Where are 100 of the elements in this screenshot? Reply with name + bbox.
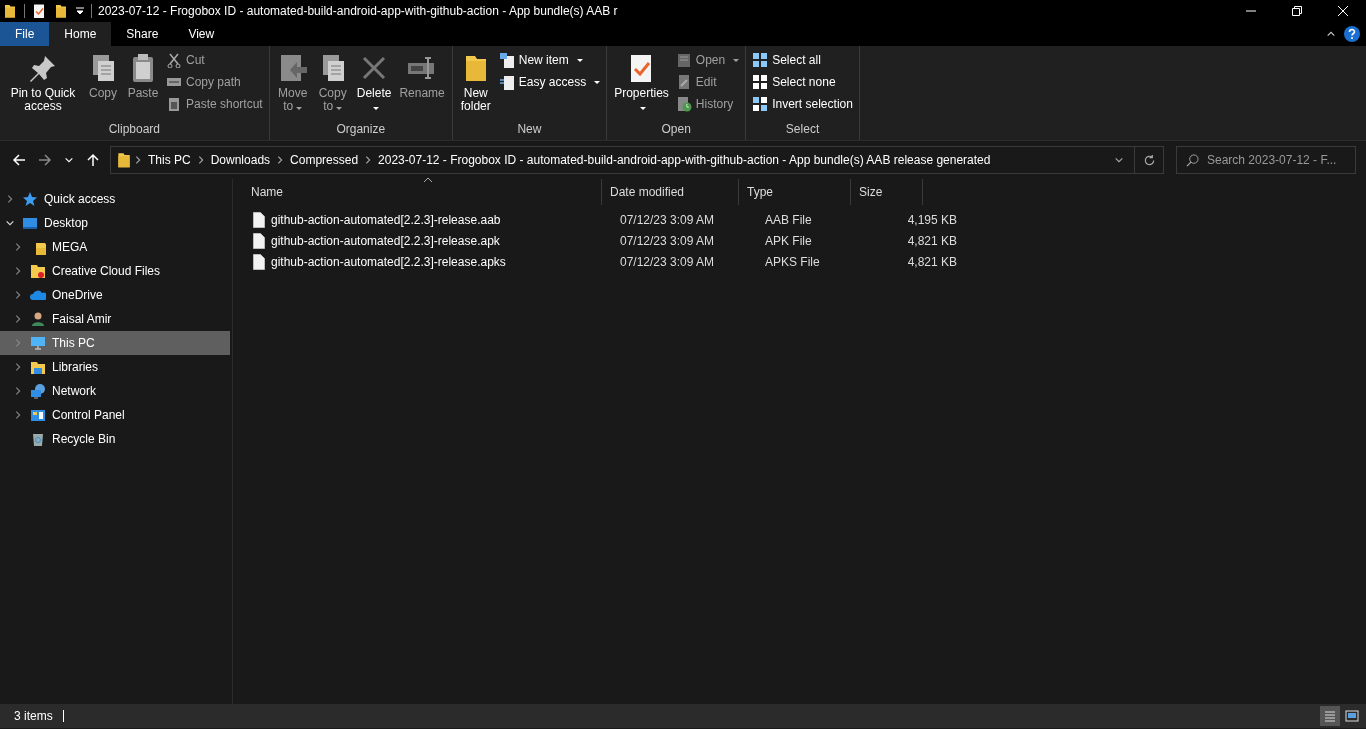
expand-chevron-icon[interactable] (5, 194, 15, 204)
desktop-icon (22, 215, 38, 231)
date-cell-text: 07/12/23 3:09 AM (619, 212, 716, 227)
tree-item[interactable]: OneDrive (0, 283, 230, 307)
tree-item[interactable]: Control Panel (0, 403, 230, 427)
file-name[interactable]: github-action-automated[2.2.3]-release.apk (271, 233, 500, 248)
folder-icon (115, 151, 133, 169)
tree-item[interactable]: Faisal Amir (0, 307, 230, 331)
expand-chevron-icon[interactable] (13, 410, 23, 420)
forward-arrow-icon (38, 153, 52, 167)
file-name[interactable]: github-action-automated[2.2.3]-release.apks (271, 254, 506, 269)
collapse-ribbon-icon (1326, 29, 1336, 39)
tree-item[interactable]: Creative Cloud Files (0, 259, 230, 283)
expand-chevron-icon[interactable] (13, 242, 23, 252)
ribbon-button[interactable]: New folder (456, 48, 495, 117)
type-cell-text: APK File (764, 233, 813, 248)
select-all-icon (752, 52, 769, 68)
type-cell-text: APKS File (764, 254, 821, 269)
search-field[interactable]: Search 2023-07-12 - F... (1176, 146, 1356, 174)
group-label: Select (784, 122, 821, 138)
new-item-icon (498, 52, 515, 68)
close-icon (1338, 6, 1348, 16)
properties-icon (31, 3, 47, 19)
select-none-icon (752, 74, 769, 90)
details-view-icon (1324, 710, 1336, 722)
invert-selection-icon (752, 96, 769, 112)
column-header[interactable]: Size (851, 179, 923, 205)
user-icon (30, 311, 46, 327)
chevron-down-icon (64, 155, 74, 165)
folder-icon (2, 3, 18, 19)
network-icon (30, 383, 46, 399)
dropdown-chevron-icon (1114, 155, 1124, 165)
ribbon-tab[interactable]: Home (49, 22, 112, 46)
tree-item[interactable]: Desktop (0, 211, 230, 235)
group-label: Open (660, 122, 692, 138)
breadcrumb[interactable]: Downloads (205, 153, 276, 167)
ribbon-tab[interactable]: File (0, 22, 50, 46)
column-header[interactable]: Type (739, 179, 851, 205)
star-icon (22, 191, 38, 207)
window-title: 2023-07-12 - Frogobox ID - automated-build-android-app-with-github-action - App bundle(s) AAB r (98, 4, 618, 18)
refresh-icon (1142, 153, 1156, 167)
size-cell-text: 4,821 KB (906, 233, 958, 248)
cloud-folder-icon (30, 263, 46, 279)
ribbon-button[interactable]: Select all (750, 50, 855, 70)
breadcrumb-chevron-icon (133, 155, 143, 165)
expand-chevron-icon[interactable] (13, 314, 23, 324)
search-icon (1186, 154, 1199, 167)
tiles-view-icon (1345, 710, 1359, 722)
breadcrumb[interactable]: 2023-07-12 - Frogobox ID - automated-build-android-app-with-github-action - App bundle(s) AAB release generated (373, 153, 996, 167)
file-icon (253, 253, 265, 270)
column-header[interactable]: Date modified (602, 179, 739, 205)
ribbon-button[interactable]: Delete (353, 48, 395, 117)
expand-chevron-icon[interactable] (13, 266, 23, 276)
type-cell-text: AAB File (764, 212, 813, 227)
ribbon-button[interactable]: Select none (750, 72, 855, 92)
folder-icon (53, 3, 69, 19)
history-icon (675, 96, 692, 112)
expand-chevron-icon[interactable] (13, 290, 23, 300)
back-arrow-icon (12, 153, 26, 167)
restore-icon (1292, 6, 1302, 16)
date-cell-text: 07/12/23 3:09 AM (619, 254, 716, 269)
ribbon-tab[interactable]: Share (111, 22, 174, 46)
address-bar[interactable]: This PC Downloads Compressed 2023-07-12 - Frogobox ID - automated-build-android-app-with-github-action - App bundle(s) AAB release generated (110, 146, 1164, 174)
date-cell-text: 07/12/23 3:09 AM (619, 233, 716, 248)
group-label: Clipboard (107, 122, 162, 138)
tree-item[interactable]: Network (0, 379, 230, 403)
ribbon-button[interactable]: Pin to Quick access (4, 48, 82, 117)
group-label: New (516, 122, 543, 138)
libraries-icon (30, 359, 46, 375)
expand-chevron-icon[interactable] (13, 386, 23, 396)
computer-icon (30, 335, 46, 351)
tree-item[interactable]: Recycle Bin (0, 427, 230, 451)
ribbon-button[interactable]: Easy access (496, 72, 603, 92)
ribbon-button[interactable]: Invert selection (750, 94, 855, 114)
collapse-chevron-icon[interactable] (5, 218, 15, 228)
help-icon[interactable] (1344, 26, 1360, 42)
customize-toolbar-icon[interactable] (75, 6, 85, 16)
file-icon (253, 211, 265, 228)
column-header[interactable]: Name (243, 179, 602, 205)
file-name[interactable]: github-action-automated[2.2.3]-release.aab (271, 212, 501, 227)
group-label: Organize (335, 122, 387, 138)
recycle-bin-icon (30, 431, 46, 447)
ribbon-button[interactable]: New item (496, 50, 603, 70)
file-icon (253, 232, 265, 249)
details-view-button[interactable] (1320, 706, 1340, 726)
tree-item[interactable]: Quick access (0, 187, 230, 211)
control-panel-icon (30, 407, 46, 423)
ribbon-tab[interactable]: View (173, 22, 230, 46)
expand-chevron-icon[interactable] (13, 362, 23, 372)
tree-item[interactable]: Libraries (0, 355, 230, 379)
breadcrumb[interactable]: This PC (143, 153, 196, 167)
breadcrumb[interactable]: Compressed (285, 153, 364, 167)
tree-item[interactable]: This PC (0, 331, 230, 355)
sort-ascending-icon (423, 177, 433, 183)
ribbon-button[interactable]: Properties (611, 48, 672, 117)
up-arrow-icon (86, 153, 100, 167)
scissors-icon (166, 52, 182, 68)
size-cell-text: 4,821 KB (906, 254, 958, 269)
item-count: 3 items (14, 709, 53, 723)
size-cell-text: 4,195 KB (906, 212, 958, 227)
